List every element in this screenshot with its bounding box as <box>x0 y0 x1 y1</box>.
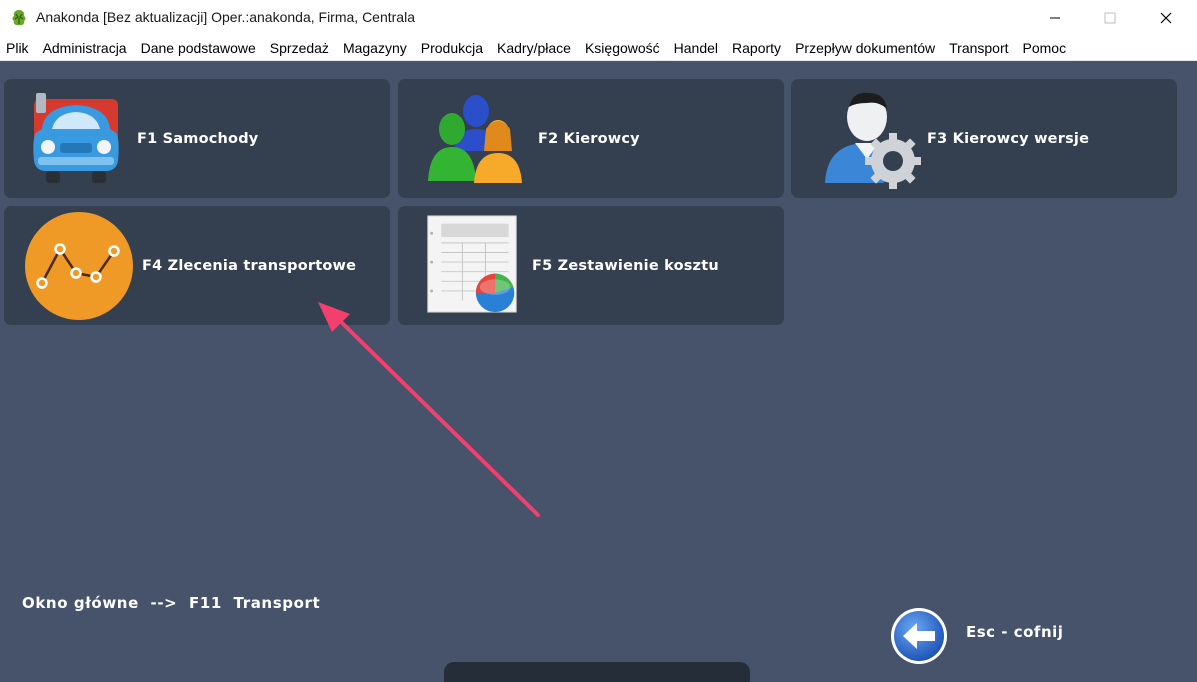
bottom-tab <box>444 662 750 682</box>
menu-transport[interactable]: Transport <box>942 36 1015 60</box>
maximize-icon <box>1104 12 1116 24</box>
menu-produkcja[interactable]: Produkcja <box>414 36 490 60</box>
car-icon <box>33 93 119 183</box>
tile-zlecenia-label: F4 Zlecenia transportowe <box>142 257 357 274</box>
report-pie-icon <box>427 215 517 313</box>
menu-sprzedaz[interactable]: Sprzedaż <box>263 36 336 60</box>
menu-raporty[interactable]: Raporty <box>725 36 788 60</box>
main-panel: F1 Samochody F2 Kierowcy F3 Kierowcy wer… <box>0 61 1197 682</box>
menu-dane-podstawowe[interactable]: Dane podstawowe <box>134 36 263 60</box>
close-button[interactable] <box>1143 0 1189 36</box>
tile-zestawienie-label: F5 Zestawienie kosztu <box>532 257 719 274</box>
menu-przeplyw-dokumentow[interactable]: Przepływ dokumentów <box>788 36 942 60</box>
menu-plik[interactable]: Plik <box>0 36 36 60</box>
menu-ksiegowosc[interactable]: Księgowość <box>578 36 667 60</box>
people-icon <box>428 95 522 183</box>
tile-zlecenia-transportowe[interactable]: F4 Zlecenia transportowe <box>4 206 390 325</box>
window-titlebar: Anakonda [Bez aktualizacji] Oper.:anakon… <box>0 0 1197 36</box>
maximize-button[interactable] <box>1087 0 1133 36</box>
esc-back-label[interactable]: Esc - cofnij <box>966 623 1063 641</box>
line-chart-icon <box>25 212 133 320</box>
menu-handel[interactable]: Handel <box>667 36 725 60</box>
tile-kierowcy-wersje-label: F3 Kierowcy wersje <box>927 130 1090 147</box>
breadcrumb: Okno główne --> F11 Transport <box>22 594 321 612</box>
user-gear-icon <box>825 92 921 189</box>
tile-zestawienie-kosztu[interactable]: F5 Zestawienie kosztu <box>398 206 784 325</box>
minimize-icon <box>1050 17 1060 19</box>
tile-kierowcy-label: F2 Kierowcy <box>538 130 640 147</box>
menu-administracja[interactable]: Administracja <box>36 36 134 60</box>
tile-samochody[interactable]: F1 Samochody <box>4 79 390 198</box>
tile-kierowcy[interactable]: F2 Kierowcy <box>398 79 784 198</box>
close-icon <box>1160 12 1172 24</box>
menu-kadry-place[interactable]: Kadry/płace <box>490 36 578 60</box>
menu-pomoc[interactable]: Pomoc <box>1016 36 1074 60</box>
tile-samochody-label: F1 Samochody <box>137 130 259 147</box>
minimize-button[interactable] <box>1032 0 1078 36</box>
tile-kierowcy-wersje[interactable]: F3 Kierowcy wersje <box>791 79 1177 198</box>
menu-magazyny[interactable]: Magazyny <box>336 36 414 60</box>
window-title: Anakonda [Bez aktualizacji] Oper.:anakon… <box>36 9 415 25</box>
anakonda-logo-icon <box>12 10 26 26</box>
back-arrow-icon[interactable] <box>889 606 949 666</box>
menu-bar: Plik Administracja Dane podstawowe Sprze… <box>0 36 1197 61</box>
